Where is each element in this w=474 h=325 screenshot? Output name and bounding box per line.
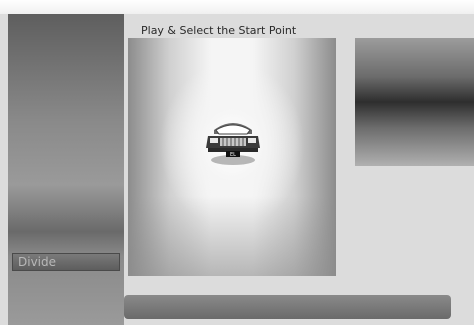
top-strip bbox=[0, 0, 474, 14]
timeline-scrubber[interactable] bbox=[124, 295, 451, 319]
sidebar-panel bbox=[8, 14, 124, 325]
car-image: EL bbox=[206, 123, 260, 165]
video-player[interactable]: EL bbox=[128, 38, 336, 276]
page-title: Play & Select the Start Point bbox=[141, 24, 297, 37]
divide-button[interactable]: Divide bbox=[12, 253, 120, 271]
car-plate: EL bbox=[230, 152, 236, 158]
preview-thumbnail bbox=[355, 38, 474, 166]
